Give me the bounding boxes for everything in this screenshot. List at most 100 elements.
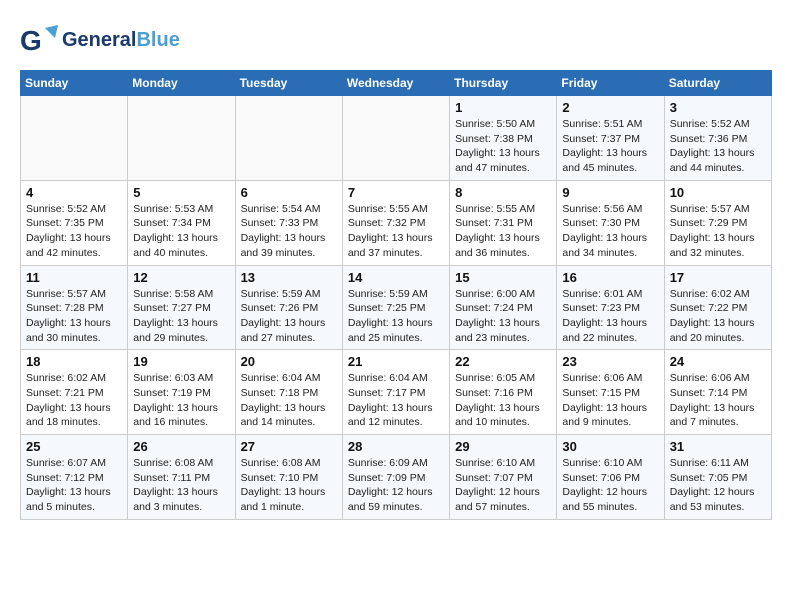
calendar-week-row: 25 Sunrise: 6:07 AM Sunset: 7:12 PM Dayli… bbox=[21, 435, 772, 520]
day-info: Sunrise: 5:53 AM Sunset: 7:34 PM Dayligh… bbox=[133, 202, 229, 261]
calendar-cell bbox=[235, 96, 342, 181]
calendar-cell: 23 Sunrise: 6:06 AM Sunset: 7:15 PM Dayli… bbox=[557, 350, 664, 435]
calendar-week-row: 11 Sunrise: 5:57 AM Sunset: 7:28 PM Dayli… bbox=[21, 265, 772, 350]
day-number: 22 bbox=[455, 354, 551, 369]
day-number: 2 bbox=[562, 100, 658, 115]
day-info: Sunrise: 6:10 AM Sunset: 7:06 PM Dayligh… bbox=[562, 456, 658, 515]
day-info: Sunrise: 5:54 AM Sunset: 7:33 PM Dayligh… bbox=[241, 202, 337, 261]
day-number: 25 bbox=[26, 439, 122, 454]
weekday-header-monday: Monday bbox=[128, 71, 235, 96]
weekday-header-friday: Friday bbox=[557, 71, 664, 96]
calendar-cell: 20 Sunrise: 6:04 AM Sunset: 7:18 PM Dayli… bbox=[235, 350, 342, 435]
day-number: 13 bbox=[241, 270, 337, 285]
day-info: Sunrise: 6:09 AM Sunset: 7:09 PM Dayligh… bbox=[348, 456, 444, 515]
day-info: Sunrise: 6:02 AM Sunset: 7:22 PM Dayligh… bbox=[670, 287, 766, 346]
day-number: 12 bbox=[133, 270, 229, 285]
day-number: 24 bbox=[670, 354, 766, 369]
day-number: 3 bbox=[670, 100, 766, 115]
day-info: Sunrise: 6:07 AM Sunset: 7:12 PM Dayligh… bbox=[26, 456, 122, 515]
calendar-cell: 5 Sunrise: 5:53 AM Sunset: 7:34 PM Daylig… bbox=[128, 180, 235, 265]
calendar-cell: 21 Sunrise: 6:04 AM Sunset: 7:17 PM Dayli… bbox=[342, 350, 449, 435]
calendar-cell: 14 Sunrise: 5:59 AM Sunset: 7:25 PM Dayli… bbox=[342, 265, 449, 350]
day-info: Sunrise: 5:51 AM Sunset: 7:37 PM Dayligh… bbox=[562, 117, 658, 176]
logo-icon: G bbox=[20, 20, 60, 60]
day-number: 10 bbox=[670, 185, 766, 200]
calendar-cell: 10 Sunrise: 5:57 AM Sunset: 7:29 PM Dayli… bbox=[664, 180, 771, 265]
weekday-header-sunday: Sunday bbox=[21, 71, 128, 96]
day-number: 9 bbox=[562, 185, 658, 200]
day-number: 7 bbox=[348, 185, 444, 200]
day-info: Sunrise: 6:01 AM Sunset: 7:23 PM Dayligh… bbox=[562, 287, 658, 346]
day-info: Sunrise: 6:02 AM Sunset: 7:21 PM Dayligh… bbox=[26, 371, 122, 430]
calendar-cell: 2 Sunrise: 5:51 AM Sunset: 7:37 PM Daylig… bbox=[557, 96, 664, 181]
day-info: Sunrise: 6:08 AM Sunset: 7:11 PM Dayligh… bbox=[133, 456, 229, 515]
calendar-cell: 18 Sunrise: 6:02 AM Sunset: 7:21 PM Dayli… bbox=[21, 350, 128, 435]
calendar-cell: 13 Sunrise: 5:59 AM Sunset: 7:26 PM Dayli… bbox=[235, 265, 342, 350]
day-info: Sunrise: 6:00 AM Sunset: 7:24 PM Dayligh… bbox=[455, 287, 551, 346]
day-info: Sunrise: 6:06 AM Sunset: 7:15 PM Dayligh… bbox=[562, 371, 658, 430]
day-info: Sunrise: 6:04 AM Sunset: 7:18 PM Dayligh… bbox=[241, 371, 337, 430]
day-number: 31 bbox=[670, 439, 766, 454]
logo-general: General bbox=[62, 29, 136, 51]
day-info: Sunrise: 5:59 AM Sunset: 7:25 PM Dayligh… bbox=[348, 287, 444, 346]
day-info: Sunrise: 6:03 AM Sunset: 7:19 PM Dayligh… bbox=[133, 371, 229, 430]
day-number: 1 bbox=[455, 100, 551, 115]
weekday-header-thursday: Thursday bbox=[450, 71, 557, 96]
day-info: Sunrise: 5:57 AM Sunset: 7:28 PM Dayligh… bbox=[26, 287, 122, 346]
day-number: 8 bbox=[455, 185, 551, 200]
day-info: Sunrise: 6:11 AM Sunset: 7:05 PM Dayligh… bbox=[670, 456, 766, 515]
calendar-cell: 11 Sunrise: 5:57 AM Sunset: 7:28 PM Dayli… bbox=[21, 265, 128, 350]
svg-text:G: G bbox=[20, 25, 42, 56]
calendar-cell: 29 Sunrise: 6:10 AM Sunset: 7:07 PM Dayli… bbox=[450, 435, 557, 520]
calendar-week-row: 1Sunrise: 5:50 AM Sunset: 7:38 PM Daylig… bbox=[21, 96, 772, 181]
calendar-cell: 6 Sunrise: 5:54 AM Sunset: 7:33 PM Daylig… bbox=[235, 180, 342, 265]
day-number: 19 bbox=[133, 354, 229, 369]
calendar-cell: 27 Sunrise: 6:08 AM Sunset: 7:10 PM Dayli… bbox=[235, 435, 342, 520]
day-number: 29 bbox=[455, 439, 551, 454]
day-number: 27 bbox=[241, 439, 337, 454]
calendar-cell: 17 Sunrise: 6:02 AM Sunset: 7:22 PM Dayli… bbox=[664, 265, 771, 350]
day-info: Sunrise: 6:08 AM Sunset: 7:10 PM Dayligh… bbox=[241, 456, 337, 515]
day-info: Sunrise: 5:56 AM Sunset: 7:30 PM Dayligh… bbox=[562, 202, 658, 261]
day-info: Sunrise: 5:57 AM Sunset: 7:29 PM Dayligh… bbox=[670, 202, 766, 261]
day-number: 17 bbox=[670, 270, 766, 285]
day-number: 4 bbox=[26, 185, 122, 200]
day-number: 6 bbox=[241, 185, 337, 200]
weekday-header-row: SundayMondayTuesdayWednesdayThursdayFrid… bbox=[21, 71, 772, 96]
day-info: Sunrise: 5:52 AM Sunset: 7:35 PM Dayligh… bbox=[26, 202, 122, 261]
day-info: Sunrise: 6:05 AM Sunset: 7:16 PM Dayligh… bbox=[455, 371, 551, 430]
day-number: 20 bbox=[241, 354, 337, 369]
day-number: 23 bbox=[562, 354, 658, 369]
page-header: G GeneralBlue bbox=[20, 20, 772, 60]
day-number: 15 bbox=[455, 270, 551, 285]
calendar-cell: 31 Sunrise: 6:11 AM Sunset: 7:05 PM Dayli… bbox=[664, 435, 771, 520]
day-info: Sunrise: 5:52 AM Sunset: 7:36 PM Dayligh… bbox=[670, 117, 766, 176]
day-number: 21 bbox=[348, 354, 444, 369]
calendar-cell bbox=[342, 96, 449, 181]
day-info: Sunrise: 6:06 AM Sunset: 7:14 PM Dayligh… bbox=[670, 371, 766, 430]
day-number: 26 bbox=[133, 439, 229, 454]
calendar-cell: 24 Sunrise: 6:06 AM Sunset: 7:14 PM Dayli… bbox=[664, 350, 771, 435]
calendar-cell: 16 Sunrise: 6:01 AM Sunset: 7:23 PM Dayli… bbox=[557, 265, 664, 350]
calendar-cell: 12 Sunrise: 5:58 AM Sunset: 7:27 PM Dayli… bbox=[128, 265, 235, 350]
day-number: 30 bbox=[562, 439, 658, 454]
day-number: 14 bbox=[348, 270, 444, 285]
calendar-week-row: 4 Sunrise: 5:52 AM Sunset: 7:35 PM Daylig… bbox=[21, 180, 772, 265]
day-number: 11 bbox=[26, 270, 122, 285]
day-info: Sunrise: 6:04 AM Sunset: 7:17 PM Dayligh… bbox=[348, 371, 444, 430]
day-number: 18 bbox=[26, 354, 122, 369]
calendar-week-row: 18 Sunrise: 6:02 AM Sunset: 7:21 PM Dayli… bbox=[21, 350, 772, 435]
calendar-cell: 15 Sunrise: 6:00 AM Sunset: 7:24 PM Dayli… bbox=[450, 265, 557, 350]
weekday-header-saturday: Saturday bbox=[664, 71, 771, 96]
day-info: Sunrise: 5:58 AM Sunset: 7:27 PM Dayligh… bbox=[133, 287, 229, 346]
day-number: 16 bbox=[562, 270, 658, 285]
calendar-cell: 19 Sunrise: 6:03 AM Sunset: 7:19 PM Dayli… bbox=[128, 350, 235, 435]
logo: G GeneralBlue bbox=[20, 20, 180, 60]
calendar-cell: 8Sunrise: 5:55 AM Sunset: 7:31 PM Daylig… bbox=[450, 180, 557, 265]
calendar-cell: 4 Sunrise: 5:52 AM Sunset: 7:35 PM Daylig… bbox=[21, 180, 128, 265]
logo-blue: Blue bbox=[136, 29, 179, 51]
day-number: 5 bbox=[133, 185, 229, 200]
day-info: Sunrise: 6:10 AM Sunset: 7:07 PM Dayligh… bbox=[455, 456, 551, 515]
day-info: Sunrise: 5:59 AM Sunset: 7:26 PM Dayligh… bbox=[241, 287, 337, 346]
weekday-header-wednesday: Wednesday bbox=[342, 71, 449, 96]
